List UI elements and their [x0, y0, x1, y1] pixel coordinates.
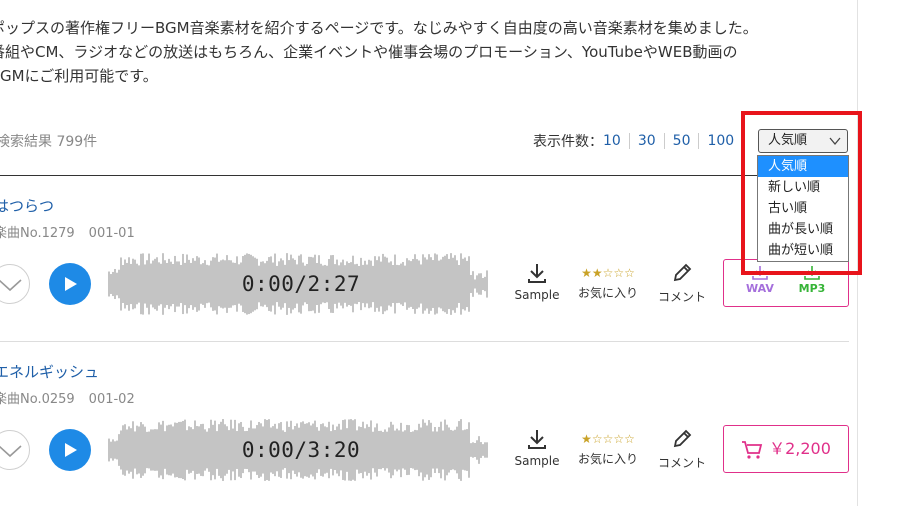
cart-icon	[742, 440, 763, 459]
pencil-icon	[673, 429, 692, 448]
mp3-label: MP3	[798, 282, 826, 295]
comment-label: コメント	[657, 290, 706, 304]
download-icon	[528, 264, 546, 283]
chevron-down-icon	[0, 445, 22, 458]
track-code: 001-02	[88, 392, 135, 407]
favorite-label: お気に入り	[577, 452, 638, 466]
per-page-option-10[interactable]: 10	[603, 133, 629, 149]
purchase-button[interactable]: ￥2,200	[723, 425, 849, 473]
per-page-option-30[interactable]: 30	[628, 133, 664, 149]
track-code: 001-01	[88, 226, 135, 241]
play-icon	[65, 443, 77, 457]
results-divider	[0, 175, 849, 176]
per-page-selector: 表示件数： 10 30 50 100	[533, 131, 742, 151]
time-display: 0:00/3:20	[241, 438, 361, 462]
time-display: 0:00/2:27	[241, 272, 361, 296]
play-button[interactable]	[49, 263, 91, 305]
chevron-down-icon	[0, 279, 22, 292]
rating-stars: ★★☆☆☆	[581, 266, 635, 280]
description-line: BGMにご利用可能です。	[0, 67, 158, 85]
sample-label: Sample	[514, 288, 560, 302]
track-title[interactable]: エネルギッシュ	[0, 361, 99, 382]
track-number: 楽曲No.1279	[0, 226, 75, 241]
highlight-annotation	[741, 111, 862, 275]
expand-button[interactable]	[0, 264, 30, 304]
description-line: 番組やCM、ラジオなどの放送はもちろん、企業イベントや催事会場のプロモーション、…	[0, 43, 738, 61]
price-display: ￥2,200	[724, 426, 848, 472]
rating-stars: ★☆☆☆☆	[581, 432, 635, 446]
per-page-option-100[interactable]: 100	[698, 133, 742, 149]
price-label: ￥2,200	[769, 439, 831, 458]
description-line: ポップスの著作権フリーBGM音楽素材を紹介するページです。なじみやすく自由度の高…	[0, 19, 758, 37]
page-description: ポップスの著作権フリーBGM音楽素材を紹介するページです。なじみやすく自由度の高…	[0, 16, 870, 88]
wav-label: WAV	[746, 282, 774, 295]
sample-download-button[interactable]: Sample	[502, 262, 572, 302]
comment-button[interactable]: コメント	[647, 262, 717, 305]
pencil-icon	[673, 263, 692, 282]
track-divider	[0, 341, 849, 342]
result-count: 検索結果 799件	[0, 134, 98, 150]
expand-button[interactable]	[0, 430, 30, 470]
comment-label: コメント	[657, 456, 706, 470]
track-title[interactable]: はつらつ	[0, 195, 54, 216]
track-number: 楽曲No.0259	[0, 392, 75, 407]
play-button[interactable]	[49, 429, 91, 471]
sample-download-button[interactable]: Sample	[502, 428, 572, 468]
favorite-label: お気に入り	[577, 286, 638, 300]
track-meta: 楽曲No.0259 001-02	[0, 388, 135, 407]
favorite-button[interactable]: ★★☆☆☆ お気に入り	[573, 266, 643, 301]
comment-button[interactable]: コメント	[647, 428, 717, 471]
track-meta: 楽曲No.1279 001-01	[0, 222, 135, 241]
download-icon	[528, 430, 546, 449]
play-icon	[65, 277, 77, 291]
favorite-button[interactable]: ★☆☆☆☆ お気に入り	[573, 432, 643, 467]
sample-label: Sample	[514, 454, 560, 468]
per-page-option-50[interactable]: 50	[663, 133, 699, 149]
per-page-label: 表示件数：	[533, 134, 603, 150]
